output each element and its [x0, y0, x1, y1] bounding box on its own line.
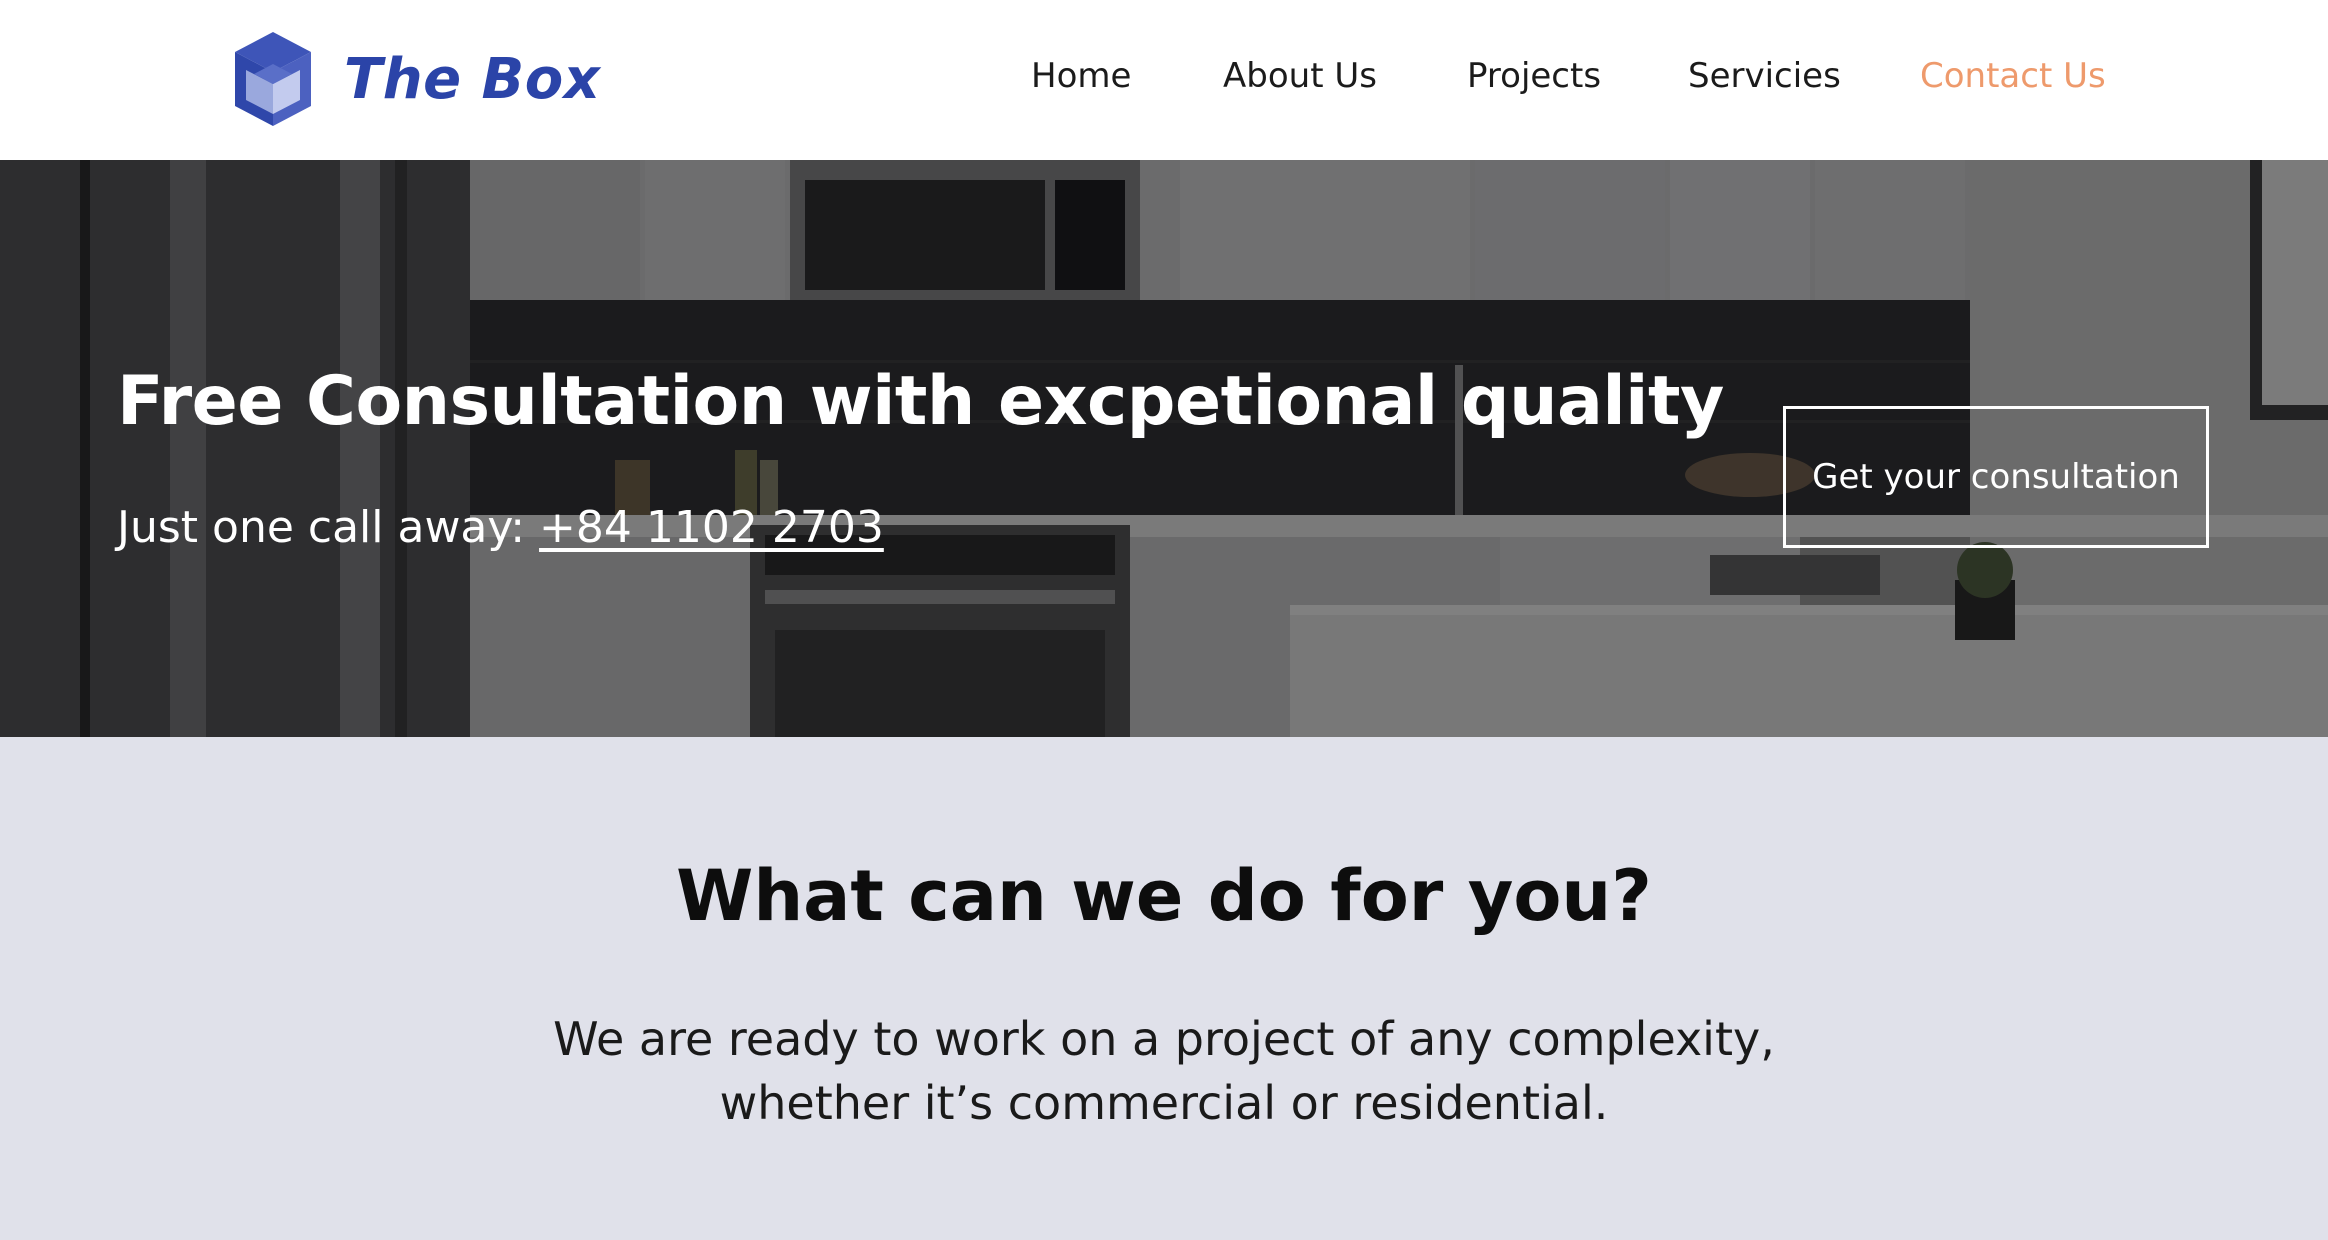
nav-about-us[interactable]: About Us — [1223, 56, 1377, 96]
services-intro: What can we do for you? We are ready to … — [0, 737, 2328, 1240]
services-description-line1: We are ready to work on a project of any… — [553, 1012, 1775, 1066]
services-description-line2: whether it’s commercial or residential. — [719, 1076, 1609, 1130]
nav-contact-us[interactable]: Contact Us — [1920, 56, 2106, 96]
site-header: The Box Home About Us Projects Servicies… — [0, 0, 2328, 160]
hero-subtitle: Just one call away: +84 1102 2703 — [117, 502, 884, 553]
hero-subtitle-prefix: Just one call away: — [117, 502, 540, 553]
phone-link[interactable]: +84 1102 2703 — [539, 502, 884, 553]
main-nav: Home About Us Projects Servicies Contact… — [0, 56, 2328, 106]
get-consultation-button[interactable]: Get your consultation — [1783, 406, 2209, 548]
nav-services[interactable]: Servicies — [1688, 56, 1841, 96]
hero-banner: Free Consultation with excpetional quali… — [0, 160, 2328, 737]
services-title: What can we do for you? — [676, 855, 1652, 937]
nav-home[interactable]: Home — [1031, 56, 1131, 96]
services-description: We are ready to work on a project of any… — [0, 1007, 2328, 1135]
hero-title: Free Consultation with excpetional quali… — [117, 362, 1724, 441]
nav-projects[interactable]: Projects — [1467, 56, 1601, 96]
